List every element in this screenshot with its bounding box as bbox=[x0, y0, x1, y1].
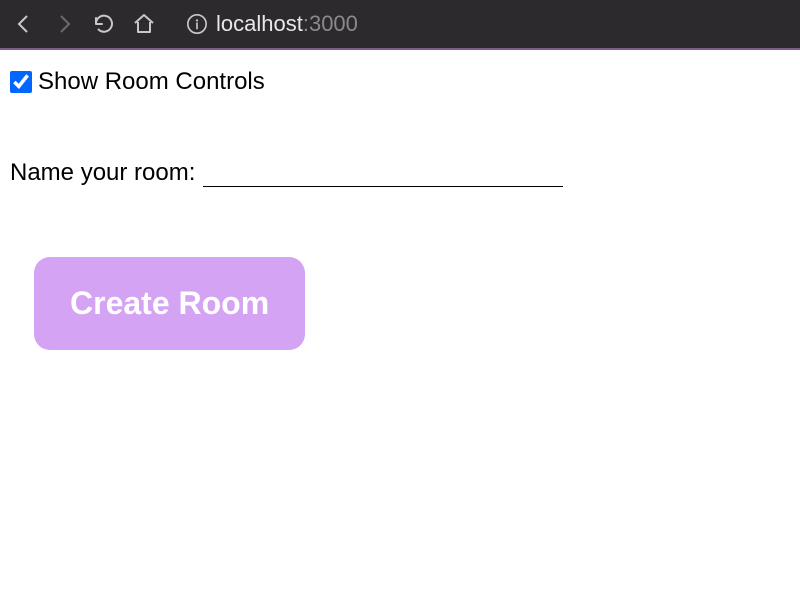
home-icon[interactable] bbox=[130, 10, 158, 38]
browser-toolbar: localhost:3000 bbox=[0, 0, 800, 50]
info-icon[interactable] bbox=[186, 13, 208, 35]
room-name-input[interactable] bbox=[203, 156, 563, 187]
show-room-controls-label: Show Room Controls bbox=[38, 68, 265, 96]
reload-icon[interactable] bbox=[90, 10, 118, 38]
show-room-controls-row: Show Room Controls bbox=[10, 68, 790, 96]
url-text: localhost:3000 bbox=[216, 11, 358, 37]
show-room-controls-checkbox[interactable] bbox=[10, 71, 32, 93]
create-room-button[interactable]: Create Room bbox=[34, 257, 305, 350]
page-content: Show Room Controls Name your room: Creat… bbox=[0, 50, 800, 368]
room-name-label: Name your room: bbox=[10, 159, 195, 187]
url-host: localhost bbox=[216, 11, 303, 36]
room-name-row: Name your room: bbox=[10, 156, 790, 187]
forward-icon[interactable] bbox=[50, 10, 78, 38]
address-bar[interactable]: localhost:3000 bbox=[178, 6, 790, 42]
back-icon[interactable] bbox=[10, 10, 38, 38]
url-port: :3000 bbox=[303, 11, 358, 36]
